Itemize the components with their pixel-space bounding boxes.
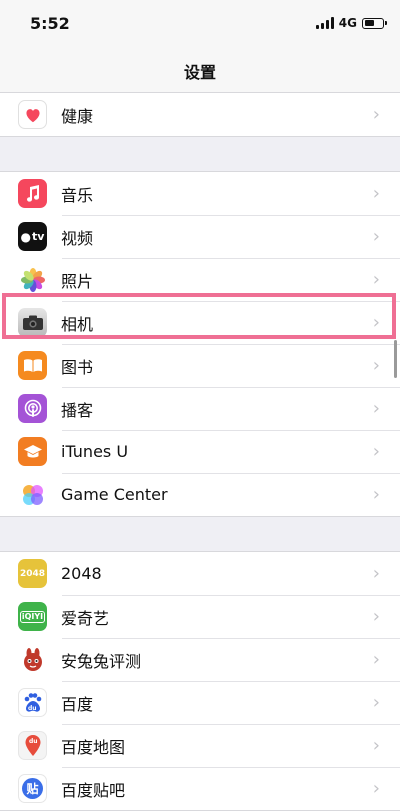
settings-group-media: 音乐 › ● tv 视频 › 照片 › 相机 › 图书 › 播客 › iTune… xyxy=(0,171,400,517)
baidu-tieba-icon: 贴 xyxy=(18,774,47,803)
settings-row-baidu-tieba[interactable]: 贴 百度贴吧 › xyxy=(0,767,400,810)
chevron-right-icon: › xyxy=(372,562,380,584)
baidu-map-icon: du xyxy=(18,731,47,760)
scroll-indicator[interactable] xyxy=(394,340,397,378)
cellular-signal-icon xyxy=(315,17,334,29)
row-label: 百度 xyxy=(61,694,94,714)
settings-row-camera[interactable]: 相机 › xyxy=(0,301,400,344)
settings-row-antutu[interactable]: 安兔兔评测 › xyxy=(0,638,400,681)
row-label: 2048 xyxy=(61,564,102,583)
music-icon xyxy=(18,179,47,208)
podcasts-icon xyxy=(18,394,47,423)
settings-row-books[interactable]: 图书 › xyxy=(0,344,400,387)
chevron-right-icon: › xyxy=(372,182,380,204)
row-label: 爱奇艺 xyxy=(61,608,110,628)
books-icon xyxy=(18,351,47,380)
row-label: 健康 xyxy=(61,106,94,126)
settings-group-apps: 2048 2048 › iQIYI 爱奇艺 › 安兔兔评测 › du 百度 › … xyxy=(0,551,400,811)
chevron-right-icon: › xyxy=(372,397,380,419)
chevron-right-icon: › xyxy=(372,440,380,462)
battery-icon xyxy=(362,17,387,29)
settings-row-game-center[interactable]: Game Center › xyxy=(0,473,400,516)
settings-group-health: 健康 › xyxy=(0,93,400,137)
chevron-right-icon: › xyxy=(372,777,380,799)
game-2048-icon: 2048 xyxy=(18,559,47,588)
row-label: 安兔兔评测 xyxy=(61,651,142,671)
chevron-right-icon: › xyxy=(372,605,380,627)
itunes-u-icon xyxy=(18,437,47,466)
row-label: 百度地图 xyxy=(61,737,126,757)
status-bar: 5:52 4G xyxy=(0,0,400,48)
settings-row-music[interactable]: 音乐 › xyxy=(0,172,400,215)
page-title: 设置 xyxy=(183,63,216,82)
settings-row-2048[interactable]: 2048 2048 › xyxy=(0,552,400,595)
baidu-icon-text: du xyxy=(28,705,37,712)
navigation-bar: 设置 xyxy=(0,48,400,93)
camera-icon xyxy=(18,308,47,337)
baidu-map-icon-text: du xyxy=(29,738,38,745)
chevron-right-icon: › xyxy=(372,103,380,125)
baidu-tieba-icon-text: 贴 xyxy=(22,778,43,799)
status-time: 5:52 xyxy=(30,14,70,33)
game-2048-icon-text: 2048 xyxy=(19,568,46,579)
row-label: 图书 xyxy=(61,357,94,377)
chevron-right-icon: › xyxy=(372,734,380,756)
iqiyi-icon-text: iQIYI xyxy=(19,610,46,623)
game-center-icon xyxy=(18,480,47,509)
iqiyi-icon: iQIYI xyxy=(18,602,47,631)
settings-row-baidu[interactable]: du 百度 › xyxy=(0,681,400,724)
chevron-right-icon: › xyxy=(372,311,380,333)
chevron-right-icon: › xyxy=(372,354,380,376)
settings-row-videos[interactable]: ● tv 视频 › xyxy=(0,215,400,258)
chevron-right-icon: › xyxy=(372,225,380,247)
baidu-icon: du xyxy=(18,688,47,717)
settings-row-health[interactable]: 健康 › xyxy=(0,93,400,136)
chevron-right-icon: › xyxy=(372,648,380,670)
apple-tv-icon: ● tv xyxy=(18,222,47,251)
row-label: 音乐 xyxy=(61,185,94,205)
photos-icon xyxy=(18,265,47,294)
row-label: 百度贴吧 xyxy=(61,780,126,800)
antutu-icon xyxy=(18,645,47,674)
row-label: 视频 xyxy=(61,228,94,248)
row-label: 相机 xyxy=(61,314,94,334)
settings-row-itunes-u[interactable]: iTunes U › xyxy=(0,430,400,473)
settings-row-iqiyi[interactable]: iQIYI 爱奇艺 › xyxy=(0,595,400,638)
row-label: iTunes U xyxy=(61,442,129,461)
settings-row-photos[interactable]: 照片 › xyxy=(0,258,400,301)
network-type: 4G xyxy=(338,16,357,30)
settings-row-podcasts[interactable]: 播客 › xyxy=(0,387,400,430)
chevron-right-icon: › xyxy=(372,483,380,505)
row-label: 照片 xyxy=(61,271,94,291)
row-label: Game Center xyxy=(61,485,168,504)
health-icon xyxy=(18,100,47,129)
settings-row-baidu-map[interactable]: du 百度地图 › xyxy=(0,724,400,767)
row-label: 播客 xyxy=(61,400,94,420)
status-indicators: 4G xyxy=(315,16,387,30)
chevron-right-icon: › xyxy=(372,268,380,290)
chevron-right-icon: › xyxy=(372,691,380,713)
apple-tv-icon-text: tv xyxy=(32,230,45,243)
